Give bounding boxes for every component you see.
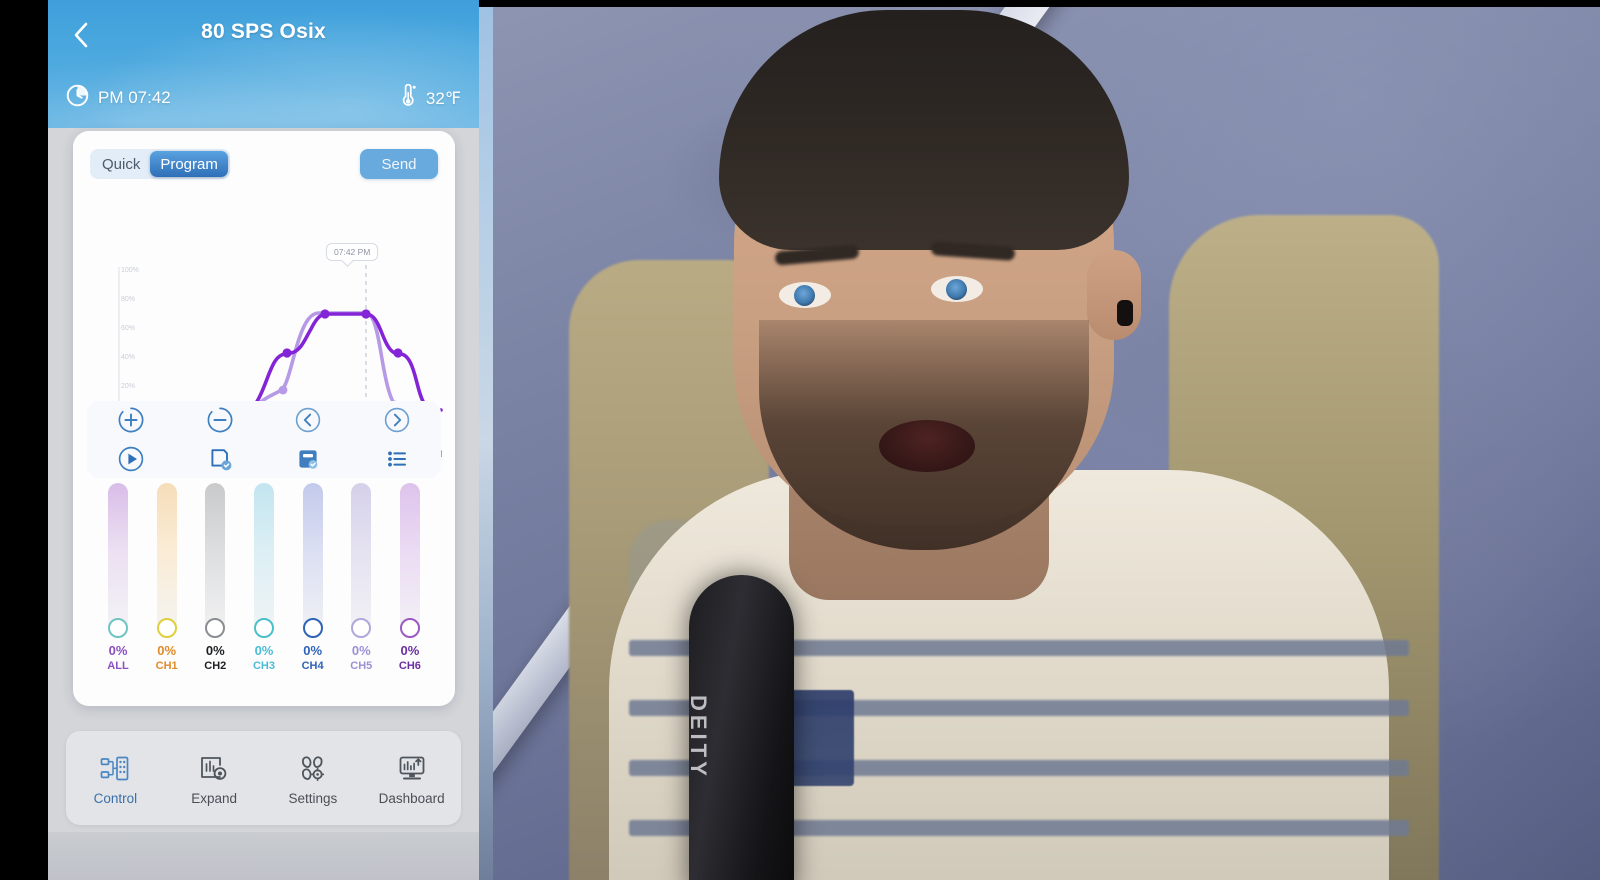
video-person-mouth — [879, 420, 975, 472]
page-title: 80 SPS Osix — [201, 20, 326, 43]
expand-chart-eye-icon — [199, 751, 229, 783]
program-list-button[interactable] — [377, 442, 417, 476]
slider-track[interactable] — [156, 483, 177, 638]
mode-toggle[interactable]: Quick Program — [90, 149, 230, 179]
channel-value: 0% — [303, 643, 323, 658]
send-button[interactable]: Send — [360, 149, 438, 179]
slider-knob[interactable] — [302, 618, 323, 638]
nav-label: Control — [93, 790, 138, 806]
channel-value: 0% — [205, 643, 225, 658]
channel-slider-ch6: 0% CH6 — [395, 483, 425, 695]
svg-text:80%: 80% — [121, 296, 135, 303]
slider-knob[interactable] — [351, 618, 372, 638]
slider-track[interactable] — [253, 483, 274, 638]
svg-text:60%: 60% — [121, 325, 135, 332]
nav-label: Dashboard — [378, 790, 445, 806]
save-program-button[interactable] — [288, 442, 328, 476]
channel-slider-ch3: 0% CH3 — [249, 483, 279, 695]
video-person-eye — [779, 282, 831, 308]
microphone-brand-label: DEITY — [686, 695, 711, 780]
webcam-video-pane: DEITY — [479, 0, 1600, 880]
program-card: Quick Program Send 100% 80% 60% 40% 20% — [73, 131, 455, 706]
screen-capture: DEITY 80 SPS Osix PM 07:42 32℉ Quick Pro… — [0, 0, 1600, 880]
mode-option-quick[interactable]: Quick — [92, 151, 150, 177]
channel-label: ALL — [107, 660, 129, 672]
current-time-label: PM 07:42 — [98, 88, 171, 107]
control-nodes-icon — [100, 751, 130, 783]
slider-track[interactable] — [399, 483, 420, 638]
channel-slider-all: 0% ALL — [103, 483, 133, 695]
video-person-ear — [1087, 250, 1141, 340]
dashboard-monitor-icon — [397, 751, 427, 783]
channel-label: CH6 — [398, 660, 421, 672]
previous-button[interactable] — [288, 403, 328, 437]
svg-text:40%: 40% — [121, 354, 135, 361]
channel-label: CH4 — [301, 660, 324, 672]
nav-item-settings[interactable]: Settings — [264, 751, 363, 806]
phone-bottom-strip — [48, 832, 479, 880]
slider-track[interactable] — [351, 483, 372, 638]
nav-label: Expand — [191, 790, 238, 806]
next-button[interactable] — [377, 403, 417, 437]
channel-value: 0% — [351, 643, 371, 658]
slider-knob[interactable] — [156, 618, 177, 638]
clock-icon — [66, 84, 89, 112]
channel-label: CH1 — [155, 660, 178, 672]
video-ear-gauge — [1117, 300, 1133, 326]
temperature-label: 32℉ — [425, 88, 461, 108]
channel-slider-ch4: 0% CH4 — [298, 483, 328, 695]
clear-program-button[interactable] — [200, 442, 240, 476]
svg-text:100%: 100% — [121, 267, 139, 274]
channel-label: CH3 — [252, 660, 275, 672]
video-left-edge-strip — [479, 0, 493, 880]
slider-knob[interactable] — [108, 618, 128, 638]
slider-track[interactable] — [302, 483, 323, 638]
video-top-letterbox — [479, 0, 1600, 7]
channel-value: 0% — [400, 643, 420, 658]
nav-item-control[interactable]: Control — [66, 751, 165, 806]
program-action-panel — [87, 401, 441, 478]
channel-label: CH2 — [204, 660, 227, 672]
left-letterbox — [0, 0, 48, 880]
video-person-eye — [931, 276, 983, 302]
channel-value: 0% — [157, 643, 177, 658]
slider-knob[interactable] — [399, 618, 420, 638]
add-point-button[interactable] — [111, 403, 151, 437]
slider-knob[interactable] — [253, 618, 274, 638]
channel-slider-ch1: 0% CH1 — [152, 483, 182, 695]
current-time-tooltip: 07:42 PM — [326, 243, 379, 261]
channel-sliders: 0% ALL 0% CH1 0% CH2 0% CH3 0% CH4 0% CH… — [87, 483, 441, 695]
bottom-navigation: Control Expand Settings Dashboard — [66, 731, 461, 825]
channel-slider-ch5: 0% CH5 — [346, 483, 376, 695]
video-microphone: DEITY — [686, 575, 794, 880]
app-header: 80 SPS Osix PM 07:42 32℉ — [48, 0, 479, 128]
remove-point-button[interactable] — [200, 403, 240, 437]
slider-track[interactable] — [205, 483, 226, 638]
slider-track[interactable] — [108, 483, 128, 638]
preview-play-button[interactable] — [111, 442, 151, 476]
nav-item-expand[interactable]: Expand — [165, 751, 264, 806]
slider-knob[interactable] — [205, 618, 226, 638]
svg-text:20%: 20% — [121, 383, 135, 390]
settings-petals-gear-icon — [298, 751, 328, 783]
thermometer-icon — [397, 83, 417, 113]
channel-value: 0% — [254, 643, 274, 658]
phone-app-screen: 80 SPS Osix PM 07:42 32℉ Quick Program S… — [48, 0, 479, 880]
channel-slider-ch2: 0% CH2 — [200, 483, 230, 695]
temperature-status: 32℉ — [397, 83, 461, 113]
clock-status: PM 07:42 — [66, 84, 171, 112]
nav-item-dashboard[interactable]: Dashboard — [362, 751, 461, 806]
channel-label: CH5 — [350, 660, 373, 672]
mode-option-program[interactable]: Program — [150, 151, 228, 177]
channel-value: 0% — [108, 643, 128, 658]
nav-label: Settings — [288, 790, 338, 806]
